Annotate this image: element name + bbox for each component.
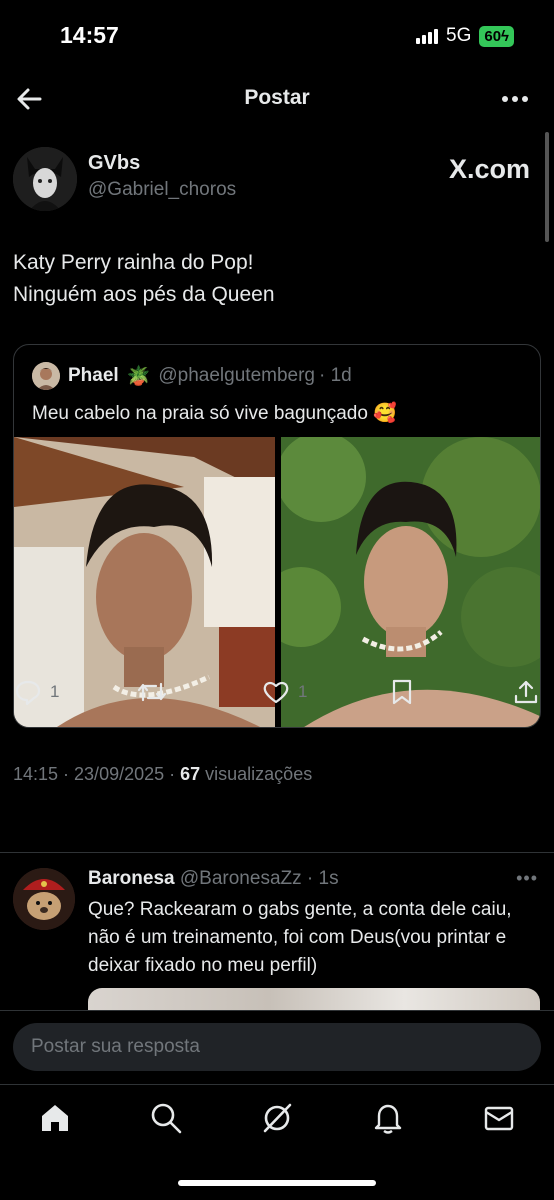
share-button[interactable]: [512, 678, 540, 706]
reply-input[interactable]: Postar sua resposta: [13, 1023, 541, 1071]
reply-count: 1: [50, 682, 60, 701]
home-icon: [42, 1105, 68, 1131]
tab-home[interactable]: [38, 1101, 72, 1135]
status-indicators: 5G 60ϟ: [416, 25, 514, 47]
more-options-button[interactable]: [500, 84, 530, 114]
reply-avatar-image: [13, 868, 75, 930]
post-text: Katy Perry rainha do Pop! Ninguém aos pé…: [13, 247, 533, 311]
signal-icon: [416, 28, 438, 44]
battery-level: 60: [484, 27, 502, 45]
post-timestamp: 14:15 · 23/09/2025 ·: [13, 764, 181, 784]
author-avatar[interactable]: [13, 147, 77, 211]
quoted-author-avatar: [32, 362, 60, 390]
reply-composer: Postar sua resposta: [0, 1010, 554, 1084]
quoted-author-name: Phael: [68, 365, 119, 386]
tab-notifications[interactable]: [371, 1101, 405, 1135]
quoted-post-age: · 1d: [319, 365, 352, 386]
quoted-avatar-image: [32, 362, 60, 390]
reply-post[interactable]: Baronesa @BaronesaZz · 1s ••• Que? Racke…: [0, 854, 554, 1014]
more-horizontal-icon: [502, 96, 528, 102]
battery-icon: 60ϟ: [479, 25, 514, 47]
reply-author-handle[interactable]: @BaronesaZz: [180, 868, 302, 889]
reply-header: Baronesa @BaronesaZz · 1s: [88, 868, 339, 890]
bell-icon: [374, 1104, 402, 1134]
mail-icon: [484, 1106, 514, 1131]
top-bar: Postar: [0, 72, 554, 128]
reply-icon: [15, 680, 41, 706]
author-name[interactable]: GVbs: [88, 152, 236, 175]
post-text-line: Katy Perry rainha do Pop!: [13, 251, 254, 274]
reply-age: · 1s: [306, 868, 339, 889]
home-indicator[interactable]: [178, 1180, 376, 1186]
like-button[interactable]: 1: [262, 678, 307, 706]
main-post: GVbs @Gabriel_choros X.com Katy Perry ra…: [0, 130, 554, 850]
views-count: 67: [180, 764, 201, 784]
reply-more-button[interactable]: •••: [516, 868, 538, 889]
author-info[interactable]: GVbs @Gabriel_choros: [88, 152, 236, 201]
tab-grok[interactable]: [260, 1101, 294, 1135]
author-handle[interactable]: @Gabriel_choros: [88, 179, 236, 201]
share-icon: [514, 680, 538, 704]
post-actions: 1 1: [0, 678, 554, 708]
divider: [0, 852, 554, 853]
reply-author-name[interactable]: Baronesa: [88, 868, 175, 889]
post-text-line: Ninguém aos pés da Queen: [13, 283, 275, 306]
quoted-author-handle: @phaelgutemberg: [158, 365, 315, 386]
tab-search[interactable]: [149, 1101, 183, 1135]
search-icon: [151, 1103, 182, 1134]
repost-icon: [137, 682, 167, 702]
grok-icon: [263, 1103, 292, 1133]
page-title: Postar: [244, 86, 310, 109]
status-time: 14:57: [60, 22, 119, 48]
x-watermark: X.com: [448, 154, 530, 184]
plant-emoji: 🪴: [126, 366, 151, 387]
network-label: 5G: [446, 25, 472, 46]
quoted-post-header: Phael 🪴 @phaelgutemberg · 1d: [32, 362, 352, 390]
reply-author-avatar[interactable]: [13, 868, 75, 930]
post-meta: 14:15 · 23/09/2025 · 67 visualizações: [13, 764, 312, 785]
heart-icon: [263, 681, 289, 704]
bookmark-icon: [392, 679, 412, 705]
bookmark-button[interactable]: [390, 678, 414, 706]
views-label: visualizações: [200, 764, 313, 784]
repost-button[interactable]: [136, 678, 168, 706]
quoted-post-text: Meu cabelo na praia só vive bagunçado 🥰: [32, 403, 397, 424]
reply-button[interactable]: 1: [14, 678, 59, 706]
reply-text: Que? Rackearam o gabs gente, a conta del…: [88, 899, 512, 976]
quoted-post[interactable]: Phael 🪴 @phaelgutemberg · 1d Meu cabelo …: [13, 344, 541, 728]
tab-messages[interactable]: [482, 1101, 516, 1135]
author-avatar-image: [13, 147, 77, 211]
like-count: 1: [298, 682, 308, 701]
